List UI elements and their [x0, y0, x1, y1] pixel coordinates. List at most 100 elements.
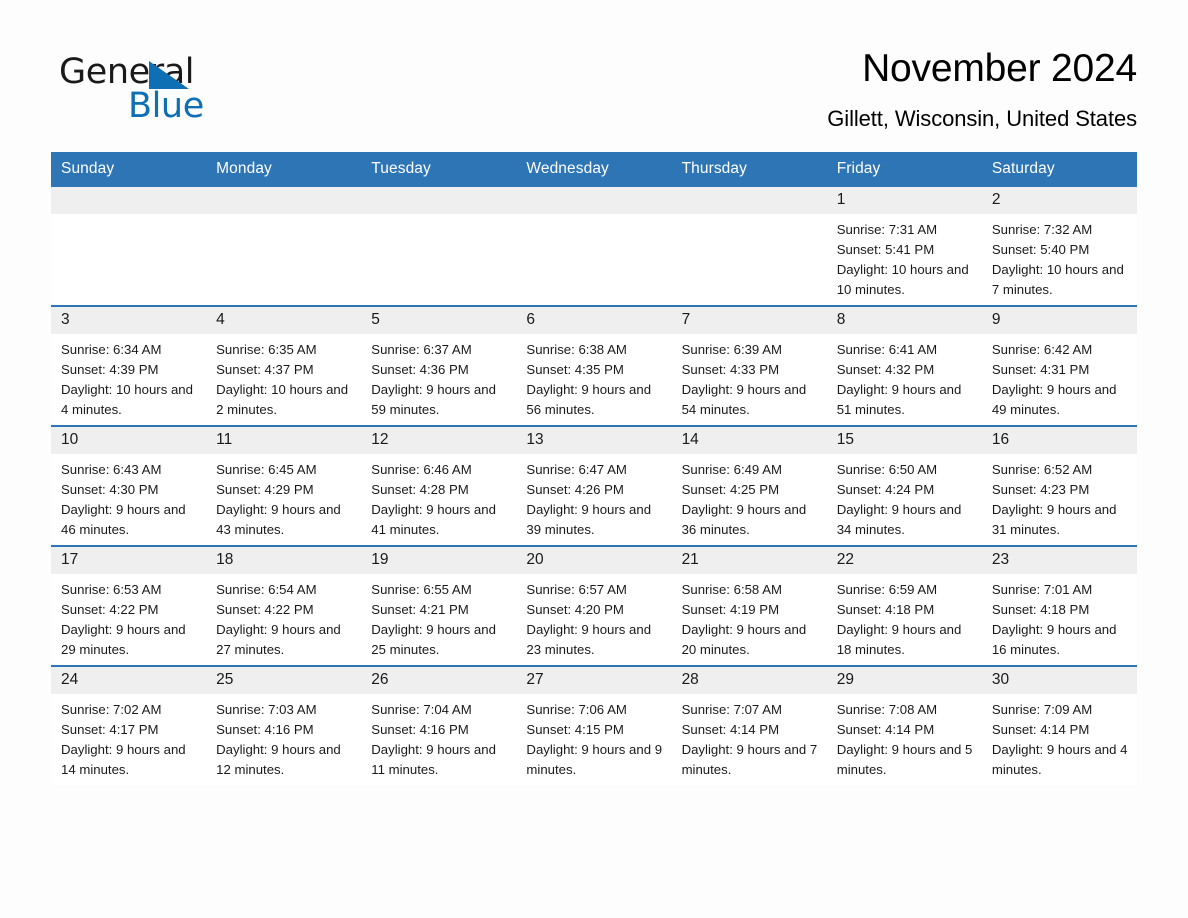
day-number: 26: [361, 666, 517, 695]
day-details: Sunrise: 6:54 AM Sunset: 4:22 PM Daylight:…: [206, 574, 361, 660]
daylight-text: Daylight: 9 hours and 12 minutes.: [216, 742, 341, 778]
calendar-day-cell[interactable]: 9 Sunrise: 6:42 AM Sunset: 4:31 PM Daylight…: [981, 304, 1137, 426]
sunrise-text: Sunrise: 6:47 AM: [526, 462, 627, 478]
day-details: Sunrise: 6:41 AM Sunset: 4:32 PM Daylight:…: [827, 334, 982, 420]
daylight-text: Daylight: 9 hours and 4 minutes.: [991, 742, 1128, 778]
day-details: Sunrise: 7:04 AM Sunset: 4:16 PM Daylight:…: [361, 694, 516, 780]
daylight-text: Daylight: 9 hours and 25 minutes.: [371, 622, 496, 658]
day-number: 10: [51, 426, 207, 455]
sunrise-text: Sunrise: 7:09 AM: [991, 702, 1093, 718]
page-title: November 2024: [862, 47, 1137, 90]
calendar-day-cell[interactable]: 21 Sunrise: 6:58 AM Sunset: 4:19 PM Dayligh…: [671, 544, 827, 666]
calendar-day-cell[interactable]: 26 Sunrise: 7:04 AM Sunset: 4:16 PM Dayligh…: [361, 664, 517, 785]
daylight-text: Daylight: 9 hours and 46 minutes.: [61, 502, 186, 538]
sunrise-text: Sunrise: 7:02 AM: [61, 702, 162, 718]
day-details: Sunrise: 6:53 AM Sunset: 4:22 PM Daylight:…: [51, 574, 206, 660]
page-header: General Blue November 2024 Gillett, Wisc…: [0, 0, 1188, 132]
calendar-day-cell[interactable]: 18 Sunrise: 6:54 AM Sunset: 4:22 PM Dayligh…: [206, 544, 362, 666]
daylight-text: Daylight: 9 hours and 54 minutes.: [681, 382, 807, 418]
day-number: 9: [981, 306, 1137, 335]
day-details: Sunrise: 6:35 AM Sunset: 4:37 PM Daylight:…: [206, 334, 361, 420]
calendar-day-cell[interactable]: 16 Sunrise: 6:52 AM Sunset: 4:23 PM Dayligh…: [981, 424, 1137, 546]
calendar-day-cell[interactable]: 11 Sunrise: 6:45 AM Sunset: 4:29 PM Dayligh…: [206, 424, 362, 546]
calendar-day-cell[interactable]: 10 Sunrise: 6:43 AM Sunset: 4:30 PM Dayligh…: [51, 424, 207, 546]
calendar-day-cell-empty: [361, 186, 517, 306]
daylight-text: Daylight: 9 hours and 11 minutes.: [371, 742, 496, 778]
calendar-table: Sunday Monday Tuesday Wednesday Thursday Frid…: [51, 151, 1137, 785]
day-number: 3: [51, 306, 207, 335]
day-number: 1: [826, 186, 982, 215]
sunrise-text: Sunrise: 6:49 AM: [681, 462, 782, 478]
daylight-text: Daylight: 9 hours and 27 minutes.: [216, 622, 341, 658]
day-details: Sunrise: 6:59 AM Sunset: 4:18 PM Daylight:…: [827, 574, 982, 660]
day-details: Sunrise: 6:38 AM Sunset: 4:35 PM Daylight:…: [516, 334, 671, 420]
calendar-day-cell[interactable]: 25 Sunrise: 7:03 AM Sunset: 4:16 PM Dayligh…: [206, 664, 362, 785]
day-details: Sunrise: 6:45 AM Sunset: 4:29 PM Daylight:…: [206, 454, 361, 540]
day-details: Sunrise: 7:03 AM Sunset: 4:16 PM Daylight:…: [206, 694, 361, 780]
sunset-text: Sunset: 4:33 PM: [681, 362, 780, 378]
calendar-day-cell[interactable]: 2 Sunrise: 7:32 AM Sunset: 5:40 PM Daylight…: [981, 186, 1137, 306]
calendar-day-cell[interactable]: 24 Sunrise: 7:02 AM Sunset: 4:17 PM Dayligh…: [51, 664, 207, 785]
sunset-text: Sunset: 5:40 PM: [991, 242, 1090, 258]
calendar-day-cell[interactable]: 19 Sunrise: 6:55 AM Sunset: 4:21 PM Dayligh…: [361, 544, 517, 666]
day-number: 22: [826, 546, 982, 575]
calendar-day-cell[interactable]: 22 Sunrise: 6:59 AM Sunset: 4:18 PM Dayligh…: [826, 544, 982, 666]
calendar-day-cell[interactable]: 6 Sunrise: 6:38 AM Sunset: 4:35 PM Daylight…: [516, 304, 672, 426]
weekday-header-wednesday: Wednesday: [516, 151, 672, 187]
day-number: 24: [51, 666, 207, 695]
day-number: [516, 186, 672, 214]
calendar-day-cell[interactable]: 15 Sunrise: 6:50 AM Sunset: 4:24 PM Dayligh…: [826, 424, 982, 546]
day-number: 5: [361, 306, 517, 335]
general-blue-logo: General Blue: [59, 45, 219, 125]
sunrise-text: Sunrise: 6:53 AM: [61, 582, 162, 598]
weekday-header-sunday: Sunday: [51, 151, 207, 187]
sunset-text: Sunset: 4:23 PM: [991, 482, 1090, 498]
calendar-day-cell[interactable]: 1 Sunrise: 7:31 AM Sunset: 5:41 PM Daylight…: [826, 186, 982, 306]
calendar-day-cell[interactable]: 17 Sunrise: 6:53 AM Sunset: 4:22 PM Dayligh…: [51, 544, 207, 666]
sunrise-text: Sunrise: 7:32 AM: [991, 222, 1093, 238]
calendar-day-cell[interactable]: 12 Sunrise: 6:46 AM Sunset: 4:28 PM Dayligh…: [361, 424, 517, 546]
calendar-day-cell[interactable]: 8 Sunrise: 6:41 AM Sunset: 4:32 PM Daylight…: [826, 304, 982, 426]
calendar-day-cell-empty: [671, 186, 827, 306]
sunset-text: Sunset: 4:20 PM: [526, 602, 624, 618]
sunset-text: Sunset: 4:25 PM: [681, 482, 780, 498]
daylight-text: Daylight: 9 hours and 49 minutes.: [991, 382, 1117, 418]
sunrise-text: Sunrise: 6:35 AM: [216, 342, 317, 358]
day-number: 8: [826, 306, 982, 335]
calendar-wrapper: Sunday Monday Tuesday Wednesday Thursday Frid…: [51, 151, 1137, 785]
calendar-day-cell[interactable]: 4 Sunrise: 6:35 AM Sunset: 4:37 PM Daylight…: [206, 304, 362, 426]
sunrise-text: Sunrise: 6:59 AM: [836, 582, 938, 598]
daylight-text: Daylight: 9 hours and 39 minutes.: [526, 502, 652, 538]
daylight-text: Daylight: 9 hours and 36 minutes.: [681, 502, 807, 538]
calendar-day-cell[interactable]: 3 Sunrise: 6:34 AM Sunset: 4:39 PM Daylight…: [51, 304, 207, 426]
calendar-day-cell[interactable]: 27 Sunrise: 7:06 AM Sunset: 4:15 PM Dayligh…: [516, 664, 672, 785]
day-details: Sunrise: 6:39 AM Sunset: 4:33 PM Daylight:…: [672, 334, 827, 420]
calendar-day-cell[interactable]: 14 Sunrise: 6:49 AM Sunset: 4:25 PM Dayligh…: [671, 424, 827, 546]
sunset-text: Sunset: 4:14 PM: [681, 722, 780, 738]
sunset-text: Sunset: 4:22 PM: [61, 602, 159, 618]
day-details: Sunrise: 7:06 AM Sunset: 4:15 PM Daylight:…: [516, 694, 671, 780]
calendar-day-cell[interactable]: 7 Sunrise: 6:39 AM Sunset: 4:33 PM Daylight…: [671, 304, 827, 426]
calendar-day-cell[interactable]: 13 Sunrise: 6:47 AM Sunset: 4:26 PM Dayligh…: [516, 424, 672, 546]
calendar-body: 1 Sunrise: 7:31 AM Sunset: 5:41 PM Daylight…: [51, 186, 1137, 785]
calendar-day-cell[interactable]: 20 Sunrise: 6:57 AM Sunset: 4:20 PM Dayligh…: [516, 544, 672, 666]
calendar-day-cell[interactable]: 29 Sunrise: 7:08 AM Sunset: 4:14 PM Dayligh…: [826, 664, 982, 785]
calendar-day-cell[interactable]: 5 Sunrise: 6:37 AM Sunset: 4:36 PM Daylight…: [361, 304, 517, 426]
sunset-text: Sunset: 4:17 PM: [61, 722, 159, 738]
day-number: [206, 186, 362, 214]
sunset-text: Sunset: 4:24 PM: [836, 482, 935, 498]
calendar-day-cell[interactable]: 28 Sunrise: 7:07 AM Sunset: 4:14 PM Dayligh…: [671, 664, 827, 785]
weekday-header-saturday: Saturday: [981, 151, 1137, 187]
calendar-week-row: 10 Sunrise: 6:43 AM Sunset: 4:30 PM Dayligh…: [51, 424, 1137, 546]
calendar-page: General Blue November 2024 Gillett, Wisc…: [0, 0, 1188, 918]
sunset-text: Sunset: 4:16 PM: [216, 722, 314, 738]
daylight-text: Daylight: 9 hours and 59 minutes.: [371, 382, 496, 418]
day-details: Sunrise: 6:58 AM Sunset: 4:19 PM Daylight:…: [672, 574, 827, 660]
sunrise-text: Sunrise: 7:06 AM: [526, 702, 627, 718]
calendar-day-cell[interactable]: 23 Sunrise: 7:01 AM Sunset: 4:18 PM Dayligh…: [981, 544, 1137, 666]
day-number: 7: [671, 306, 827, 335]
calendar-day-cell[interactable]: 30 Sunrise: 7:09 AM Sunset: 4:14 PM Dayligh…: [981, 664, 1137, 785]
day-details: Sunrise: 6:42 AM Sunset: 4:31 PM Daylight:…: [982, 334, 1137, 420]
day-details: Sunrise: 7:01 AM Sunset: 4:18 PM Daylight:…: [982, 574, 1137, 660]
day-number: 25: [206, 666, 362, 695]
